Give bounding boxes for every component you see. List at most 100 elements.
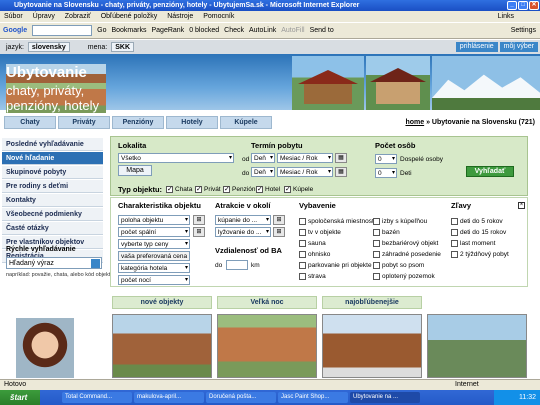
distance-input[interactable] xyxy=(226,260,248,270)
equip-tv-checkbox[interactable] xyxy=(299,229,306,236)
type-penzion-checkbox[interactable] xyxy=(223,185,230,193)
task-internet-explorer[interactable]: Ubytovanie na ... xyxy=(350,392,420,403)
preferred-price-input[interactable]: vaša preferovaná cena xyxy=(118,251,190,261)
hotel-category-select[interactable]: kategória hotela xyxy=(118,263,190,273)
listing-photo[interactable] xyxy=(427,314,527,378)
task-total-commander[interactable]: Total Command... xyxy=(62,392,132,403)
bedrooms-info-icon[interactable]: ⊞ xyxy=(193,227,205,237)
language-select[interactable]: slovensky xyxy=(27,42,70,52)
tab-kupele[interactable]: Kúpele xyxy=(220,116,272,129)
from-month-select[interactable]: Mesiac / Rok xyxy=(277,153,333,163)
children-label: Deti xyxy=(400,170,412,177)
map-button[interactable]: Mapa xyxy=(118,165,152,176)
discount-lastmoment-checkbox[interactable] xyxy=(451,240,458,247)
equip-pes-checkbox[interactable] xyxy=(373,262,380,269)
settings-button[interactable]: Settings xyxy=(511,27,536,34)
to-calendar-icon[interactable]: ▦ xyxy=(335,167,347,177)
tab-privaty[interactable]: Priváty xyxy=(58,116,110,129)
swimming-info-icon[interactable]: ⊞ xyxy=(273,215,285,225)
start-button[interactable]: štart xyxy=(0,390,40,405)
popup-blocked-button[interactable]: 0 blocked xyxy=(189,27,219,34)
breadcrumb-home-link[interactable]: home xyxy=(405,119,424,126)
skiing-info-icon[interactable]: ⊞ xyxy=(273,227,285,237)
type-kupele-checkbox[interactable] xyxy=(284,185,291,193)
close-icon[interactable]: × xyxy=(518,202,525,209)
swimming-select[interactable]: kúpanie do ... xyxy=(215,215,271,225)
equip-bezbarierovy-checkbox[interactable] xyxy=(373,240,380,247)
menu-help[interactable]: Pomocník xyxy=(203,13,234,20)
adults-select[interactable]: 0 xyxy=(375,154,397,164)
bedrooms-select[interactable]: počet spální xyxy=(118,227,190,237)
type-chata-checkbox[interactable] xyxy=(166,185,173,193)
tab-chaty[interactable]: Chaty xyxy=(4,116,56,129)
login-link[interactable]: prihlásenie xyxy=(455,42,498,52)
google-search-input[interactable] xyxy=(32,25,93,36)
skiing-select[interactable]: lyžovanie do ... xyxy=(215,227,271,237)
equip-sauna-checkbox[interactable] xyxy=(299,240,306,247)
equip-bazen-checkbox[interactable] xyxy=(373,229,380,236)
type-privat-checkbox[interactable] xyxy=(195,185,202,193)
listing-photo[interactable] xyxy=(112,314,212,378)
go-button[interactable]: Go xyxy=(97,27,106,34)
equip-zahradne-checkbox[interactable] xyxy=(373,251,380,258)
price-type-select[interactable]: vyberte typ ceny xyxy=(118,239,190,249)
children-select[interactable]: 0 xyxy=(375,168,397,178)
security-zone: Internet xyxy=(455,381,479,388)
listing-photo[interactable] xyxy=(217,314,317,378)
listing-photo[interactable] xyxy=(322,314,422,378)
sidebar-item-contacts[interactable]: Kontakty xyxy=(2,194,103,207)
links-toolbar[interactable]: Links xyxy=(498,11,514,22)
discount-2weeks-checkbox[interactable] xyxy=(451,251,458,258)
currency-select[interactable]: SKK xyxy=(111,42,135,52)
sendto-button[interactable]: Send to xyxy=(310,27,334,34)
sidebar-item-new-search[interactable]: Nové hľadanie xyxy=(2,152,103,165)
sidebar-item-last-search[interactable]: Posledné vyhľadávanie xyxy=(2,138,103,151)
sidebar-item-families[interactable]: Pre rodiny s deťmi xyxy=(2,180,103,193)
task-mail[interactable]: Doručená pošta... xyxy=(206,392,276,403)
discount-lastmoment-label: last moment xyxy=(460,240,496,247)
from-calendar-icon[interactable]: ▦ xyxy=(335,153,347,163)
equip-strava-checkbox[interactable] xyxy=(299,273,306,280)
from-day-select[interactable]: Deň xyxy=(251,153,275,163)
menu-tools[interactable]: Nástroje xyxy=(167,13,193,20)
task-makulova[interactable]: makulova-april... xyxy=(134,392,204,403)
tab-penziony[interactable]: Penzióny xyxy=(112,116,164,129)
position-info-icon[interactable]: ⊞ xyxy=(193,215,205,225)
autofill-button[interactable]: AutoFill xyxy=(281,27,304,34)
autolink-button[interactable]: AutoLink xyxy=(249,27,276,34)
close-button[interactable]: ✕ xyxy=(529,1,539,10)
menu-file[interactable]: Súbor xyxy=(4,13,23,20)
sidebar-item-group-stays[interactable]: Skupinové pobyty xyxy=(2,166,103,179)
to-month-select[interactable]: Mesiac / Rok xyxy=(277,167,333,177)
equip-izby-checkbox[interactable] xyxy=(373,218,380,225)
equip-oploteny-checkbox[interactable] xyxy=(373,273,380,280)
spellcheck-button[interactable]: Check xyxy=(224,27,244,34)
position-select[interactable]: poloha objektu xyxy=(118,215,190,225)
menu-view[interactable]: Zobraziť xyxy=(65,13,91,20)
equip-parking-checkbox[interactable] xyxy=(299,262,306,269)
sidebar-item-faq[interactable]: Časté otázky xyxy=(2,222,103,235)
type-hotel-checkbox[interactable] xyxy=(256,185,263,193)
quick-search-input[interactable]: Hľadaný výraz xyxy=(6,257,102,269)
equip-ohnisko-checkbox[interactable] xyxy=(299,251,306,258)
bookmarks-button[interactable]: Bookmarks xyxy=(111,27,146,34)
equip-spolocenska-checkbox[interactable] xyxy=(299,218,306,225)
search-submit-button[interactable]: Vyhľadať xyxy=(466,166,514,177)
to-day-select[interactable]: Deň xyxy=(251,167,275,177)
discount-kids5-checkbox[interactable] xyxy=(451,218,458,225)
locality-select[interactable]: Všetko xyxy=(118,153,234,163)
section-new-objects[interactable]: nové objekty xyxy=(112,296,212,309)
nights-select[interactable]: počet nocí xyxy=(118,275,190,285)
menu-edit[interactable]: Úpravy xyxy=(33,13,55,20)
tab-hotely[interactable]: Hotely xyxy=(166,116,218,129)
sidebar-item-terms[interactable]: Všeobecné podmienky xyxy=(2,208,103,221)
task-paint-shop[interactable]: Jasc Paint Shop... xyxy=(278,392,348,403)
minimize-button[interactable]: _ xyxy=(507,1,517,10)
section-most-popular[interactable]: najobľúbenejšie xyxy=(322,296,422,309)
my-selection-link[interactable]: môj výber xyxy=(499,42,538,52)
maximize-button[interactable]: □ xyxy=(518,1,528,10)
menu-favorites[interactable]: Obľúbené položky xyxy=(101,13,158,20)
search-icon[interactable] xyxy=(91,259,100,268)
section-easter[interactable]: Veľká noc xyxy=(217,296,317,309)
discount-kids15-checkbox[interactable] xyxy=(451,229,458,236)
